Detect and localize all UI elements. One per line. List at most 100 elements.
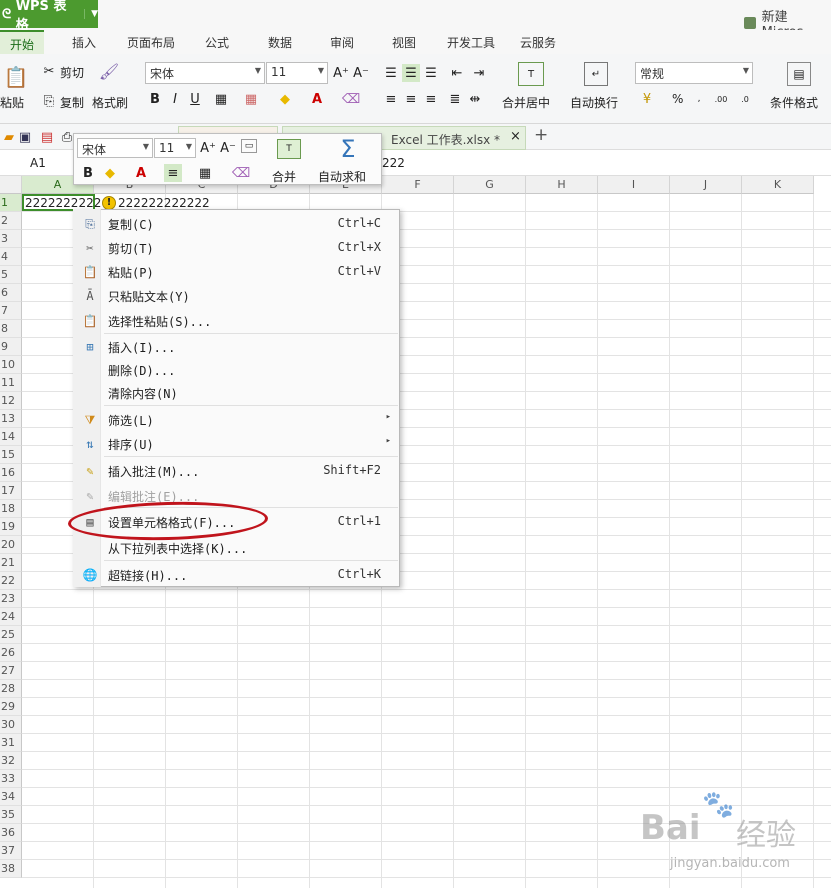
save-icon[interactable]: ▣ <box>16 128 34 146</box>
tab-page-layout[interactable]: 页面布局 <box>127 34 175 51</box>
indent-increase-icon[interactable]: ⇥ <box>470 64 488 82</box>
mini-fill-color-icon[interactable]: ◆ <box>101 164 119 182</box>
thousands-icon[interactable]: , <box>690 90 708 108</box>
row-header-32[interactable]: 32 <box>0 752 22 770</box>
paste-button[interactable]: 粘贴 <box>0 94 24 111</box>
tab-view[interactable]: 视图 <box>392 34 416 51</box>
row-header-19[interactable]: 19 <box>0 518 22 536</box>
align-top-icon[interactable]: ☰ <box>382 64 400 82</box>
merge-center-button[interactable]: 合并居中 <box>502 94 550 111</box>
menu-item-paste[interactable]: 📋 粘贴(P) Ctrl+V <box>74 261 399 283</box>
decrease-font-icon[interactable]: A⁻ <box>352 64 370 82</box>
row-header-38[interactable]: 38 <box>0 860 22 878</box>
row-header-5[interactable]: 5 <box>0 266 22 284</box>
row-header-17[interactable]: 17 <box>0 482 22 500</box>
mini-autosum-button[interactable]: 自动求和 <box>318 168 366 185</box>
column-header-k[interactable]: K <box>742 176 814 194</box>
cut-button[interactable]: 剪切 <box>60 64 84 81</box>
menu-item-item-6[interactable]: 删除(D)... <box>74 359 399 381</box>
menu-item-edit-comment[interactable]: ✎ 编辑批注(E)... <box>74 485 399 507</box>
row-header-13[interactable]: 13 <box>0 410 22 428</box>
row-header-12[interactable]: 12 <box>0 392 22 410</box>
row-header-36[interactable]: 36 <box>0 824 22 842</box>
mini-size-select[interactable]: 11 ▼ <box>154 138 196 158</box>
mini-font-color-icon[interactable]: A <box>132 164 150 182</box>
row-header-37[interactable]: 37 <box>0 842 22 860</box>
format-painter-icon[interactable]: 🖌 <box>99 62 119 81</box>
row-header-27[interactable]: 27 <box>0 662 22 680</box>
warning-icon[interactable]: ! <box>102 196 116 210</box>
cell-style-icon[interactable]: ▦ <box>242 90 260 108</box>
tab-insert[interactable]: 插入 <box>72 34 96 51</box>
tab-developer[interactable]: 开发工具 <box>447 34 495 51</box>
font-color-icon[interactable]: A <box>308 90 326 108</box>
tab-home[interactable]: 开始 <box>0 30 45 54</box>
row-header-8[interactable]: 8 <box>0 320 22 338</box>
column-header-g[interactable]: G <box>454 176 526 194</box>
menu-item-copy[interactable]: ⎘ 复制(C) Ctrl+C <box>74 213 399 235</box>
column-header-h[interactable]: H <box>526 176 598 194</box>
menu-item-hyperlink[interactable]: 🌐 超链接(H)... Ctrl+K <box>74 564 399 586</box>
menu-item-filter[interactable]: ⧩ 筛选(L) ▸ <box>74 409 399 431</box>
align-left-icon[interactable]: ≡ <box>382 90 400 108</box>
menu-item-paste-special[interactable]: 📋 选择性粘贴(S)... <box>74 310 399 332</box>
italic-icon[interactable]: I <box>166 90 184 108</box>
mini-merge-button[interactable]: 合并 <box>272 168 296 185</box>
pdf-icon[interactable]: ▤ <box>38 128 56 146</box>
align-bottom-icon[interactable]: ☰ <box>422 64 440 82</box>
mini-decrease-font-icon[interactable]: A⁻ <box>219 139 237 157</box>
conditional-format-icon[interactable]: ▤ <box>787 62 811 86</box>
copy-icon[interactable]: ⎘ <box>40 92 58 110</box>
chevron-down-icon[interactable]: ▼ <box>84 9 98 19</box>
decrease-decimal-icon[interactable]: .0 <box>736 90 754 108</box>
new-tab-button[interactable]: + <box>534 125 548 145</box>
row-header-20[interactable]: 20 <box>0 536 22 554</box>
row-header-16[interactable]: 16 <box>0 464 22 482</box>
distribute-icon[interactable]: ⇹ <box>466 90 484 108</box>
paste-icon[interactable]: 📋 <box>4 64 29 90</box>
menu-item-insert[interactable]: ⊞ 插入(I)... <box>74 336 399 358</box>
row-header-30[interactable]: 30 <box>0 716 22 734</box>
wrap-text-icon[interactable]: ↵ <box>584 62 608 86</box>
clear-format-icon[interactable]: ⌫ <box>342 90 360 108</box>
row-header-2[interactable]: 2 <box>0 212 22 230</box>
row-header-33[interactable]: 33 <box>0 770 22 788</box>
menu-item-paste-text[interactable]: Ā 只粘贴文本(Y) <box>74 285 399 307</box>
mini-increase-font-icon[interactable]: A⁺ <box>199 139 217 157</box>
row-header-18[interactable]: 18 <box>0 500 22 518</box>
currency-icon[interactable]: ¥ <box>638 90 656 108</box>
cell-a1[interactable]: 2222222222 <box>25 196 101 210</box>
row-header-21[interactable]: 21 <box>0 554 22 572</box>
font-size-select[interactable]: 11 ▼ <box>266 62 328 84</box>
increase-decimal-icon[interactable]: .00 <box>712 90 730 108</box>
tab-review[interactable]: 审阅 <box>330 34 354 51</box>
row-header-34[interactable]: 34 <box>0 788 22 806</box>
row-header-4[interactable]: 4 <box>0 248 22 266</box>
row-header-7[interactable]: 7 <box>0 302 22 320</box>
mini-format-icon[interactable]: ▭ <box>241 139 257 153</box>
row-header-15[interactable]: 15 <box>0 446 22 464</box>
copy-button[interactable]: 复制 <box>60 94 84 111</box>
number-format-select[interactable]: 常规 ▼ <box>635 62 753 84</box>
row-header-1[interactable]: 1 <box>0 194 22 212</box>
cell-b1[interactable]: 222222222222 <box>118 196 210 210</box>
column-header-i[interactable]: I <box>598 176 670 194</box>
wrap-text-button[interactable]: 自动换行 <box>570 94 618 111</box>
align-middle-icon[interactable]: ☰ <box>402 64 420 82</box>
row-header-29[interactable]: 29 <box>0 698 22 716</box>
underline-icon[interactable]: U <box>186 90 204 108</box>
row-header-14[interactable]: 14 <box>0 428 22 446</box>
menu-item-item-7[interactable]: 清除内容(N) <box>74 382 399 404</box>
justify-icon[interactable]: ≣ <box>446 90 464 108</box>
align-right-icon[interactable]: ≡ <box>422 90 440 108</box>
select-all-corner[interactable] <box>0 176 22 194</box>
column-header-f[interactable]: F <box>382 176 454 194</box>
mini-font-select[interactable]: 宋体 ▼ <box>77 138 153 158</box>
conditional-format-button[interactable]: 条件格式 <box>770 94 818 111</box>
mini-merge-icon[interactable]: T <box>277 139 301 159</box>
merge-center-icon[interactable]: T <box>518 62 544 86</box>
app-menu-button[interactable]: ᘓ WPS 表格 ▼ <box>0 0 98 33</box>
mini-clear-icon[interactable]: ⌫ <box>232 164 250 182</box>
row-header-31[interactable]: 31 <box>0 734 22 752</box>
row-header-11[interactable]: 11 <box>0 374 22 392</box>
